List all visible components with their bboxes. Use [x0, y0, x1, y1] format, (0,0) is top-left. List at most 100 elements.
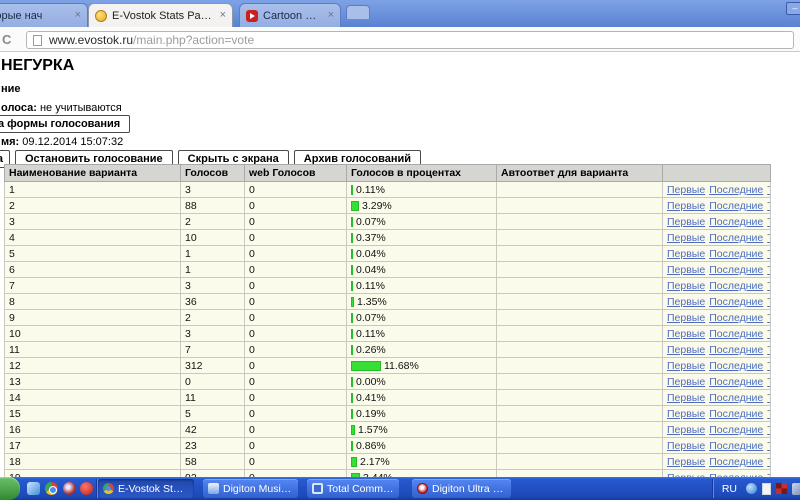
- cell-percent: 0.26%: [347, 342, 497, 358]
- row-link-first[interactable]: Первые: [667, 376, 705, 388]
- percent-value: 0.26%: [356, 344, 386, 356]
- quicklaunch-opera-icon[interactable]: [80, 482, 93, 495]
- row-link-last[interactable]: Последние: [709, 296, 763, 308]
- taskbar-button-evostok[interactable]: E-Vostok Stats Panel ...: [98, 479, 194, 498]
- row-link-last[interactable]: Последние: [709, 328, 763, 340]
- cell-links: Первые Последние Топ: [663, 390, 771, 406]
- cell-votes: 3: [181, 182, 245, 198]
- row-link-last[interactable]: Последние: [709, 264, 763, 276]
- row-link-last[interactable]: Последние: [709, 280, 763, 292]
- row-link-first[interactable]: Первые: [667, 232, 705, 244]
- row-link-last[interactable]: Последние: [709, 216, 763, 228]
- minimize-button[interactable]: –: [786, 2, 800, 15]
- row-link-last[interactable]: Последние: [709, 408, 763, 420]
- cell-web-votes: 0: [245, 422, 347, 438]
- cell-percent: 0.37%: [347, 230, 497, 246]
- cell-percent: 0.19%: [347, 406, 497, 422]
- row-link-first[interactable]: Первые: [667, 184, 705, 196]
- cell-links: Первые Последние Топ: [663, 438, 771, 454]
- cell-percent: 11.68%: [347, 358, 497, 374]
- row-link-top[interactable]: Топ: [767, 408, 770, 420]
- cell-votes: 1: [181, 246, 245, 262]
- row-link-first[interactable]: Первые: [667, 216, 705, 228]
- volume-icon[interactable]: [746, 483, 757, 494]
- row-link-top[interactable]: Топ: [767, 296, 770, 308]
- row-link-first[interactable]: Первые: [667, 264, 705, 276]
- row-link-top[interactable]: Топ: [767, 360, 770, 372]
- row-link-first[interactable]: Первые: [667, 392, 705, 404]
- form-code-button[interactable]: а формы голосования: [0, 115, 130, 133]
- cell-web-votes: 0: [245, 470, 347, 478]
- row-link-top[interactable]: Топ: [767, 216, 770, 228]
- row-link-last[interactable]: Последние: [709, 392, 763, 404]
- quicklaunch-chrome-icon[interactable]: [45, 482, 58, 495]
- row-link-first[interactable]: Первые: [667, 296, 705, 308]
- row-link-first[interactable]: Первые: [667, 456, 705, 468]
- table-row: 5100.04%ПервыеПоследниеТоп: [5, 246, 771, 262]
- cell-web-votes: 0: [245, 358, 347, 374]
- tab-close-icon[interactable]: ×: [75, 10, 81, 21]
- row-link-first[interactable]: Первые: [667, 248, 705, 260]
- row-link-first[interactable]: Первые: [667, 424, 705, 436]
- quicklaunch-browser-icon[interactable]: [63, 482, 76, 495]
- row-link-last[interactable]: Последние: [709, 184, 763, 196]
- row-link-last[interactable]: Последние: [709, 200, 763, 212]
- row-link-first[interactable]: Первые: [667, 280, 705, 292]
- tab-close-icon[interactable]: ×: [220, 10, 226, 21]
- address-bar[interactable]: www.evostok.ru/main.php?action=vote: [26, 31, 794, 49]
- row-link-first[interactable]: Первые: [667, 360, 705, 372]
- row-link-top[interactable]: Топ: [767, 264, 770, 276]
- browser-tab-2[interactable]: E-Vostok Stats Panel ×: [88, 3, 233, 27]
- row-link-last[interactable]: Последние: [709, 344, 763, 356]
- row-link-top[interactable]: Топ: [767, 200, 770, 212]
- row-link-last[interactable]: Последние: [709, 232, 763, 244]
- row-link-top[interactable]: Топ: [767, 344, 770, 356]
- row-link-top[interactable]: Топ: [767, 456, 770, 468]
- cell-votes: 1: [181, 262, 245, 278]
- tray-edge-icon[interactable]: [792, 483, 800, 495]
- quicklaunch-messenger-icon[interactable]: [27, 482, 40, 495]
- row-link-top[interactable]: Топ: [767, 424, 770, 436]
- row-link-last[interactable]: Последние: [709, 312, 763, 324]
- browser-tab-1[interactable]: ь книг, которые нач ×: [0, 3, 88, 27]
- row-link-top[interactable]: Топ: [767, 328, 770, 340]
- row-link-top[interactable]: Топ: [767, 440, 770, 452]
- row-link-first[interactable]: Первые: [667, 312, 705, 324]
- row-link-first[interactable]: Первые: [667, 200, 705, 212]
- cell-links: Первые Последние Топ: [663, 326, 771, 342]
- row-link-top[interactable]: Топ: [767, 392, 770, 404]
- row-link-top[interactable]: Топ: [767, 184, 770, 196]
- row-link-last[interactable]: Последние: [709, 456, 763, 468]
- row-link-last[interactable]: Последние: [709, 360, 763, 372]
- grid-tray-icon[interactable]: [776, 483, 787, 494]
- row-link-top[interactable]: Топ: [767, 248, 770, 260]
- row-link-first[interactable]: Первые: [667, 328, 705, 340]
- tab-close-icon[interactable]: ×: [328, 10, 334, 21]
- row-link-top[interactable]: Топ: [767, 232, 770, 244]
- row-link-last[interactable]: Последние: [709, 376, 763, 388]
- cell-votes: 3: [181, 326, 245, 342]
- new-tab-button[interactable]: [346, 5, 370, 19]
- row-link-top[interactable]: Топ: [767, 312, 770, 324]
- percent-value: 0.11%: [356, 328, 385, 340]
- taskbar-button-digiton-ultra[interactable]: Digiton Ultra - Главн...: [412, 479, 511, 498]
- row-link-top[interactable]: Топ: [767, 280, 770, 292]
- browser-tab-3[interactable]: Cartoon Network Amazone ×: [239, 3, 341, 27]
- row-link-last[interactable]: Последние: [709, 248, 763, 260]
- document-tray-icon[interactable]: [762, 483, 771, 495]
- cell-percent: 0.07%: [347, 214, 497, 230]
- row-link-last[interactable]: Последние: [709, 440, 763, 452]
- reload-icon[interactable]: C: [2, 32, 11, 47]
- percent-bar: [351, 345, 353, 355]
- cell-links: Первые Последние Топ: [663, 214, 771, 230]
- cell-option-name: 1: [5, 182, 181, 198]
- row-link-first[interactable]: Первые: [667, 344, 705, 356]
- row-link-last[interactable]: Последние: [709, 424, 763, 436]
- row-link-first[interactable]: Первые: [667, 408, 705, 420]
- start-button[interactable]: [0, 477, 20, 500]
- row-link-top[interactable]: Топ: [767, 376, 770, 388]
- taskbar-button-music-rotator[interactable]: Digiton Music Rotator: [203, 479, 298, 498]
- row-link-first[interactable]: Первые: [667, 440, 705, 452]
- language-indicator[interactable]: RU: [722, 483, 737, 495]
- taskbar-button-total-commander[interactable]: Total Commander 7.5...: [307, 479, 399, 498]
